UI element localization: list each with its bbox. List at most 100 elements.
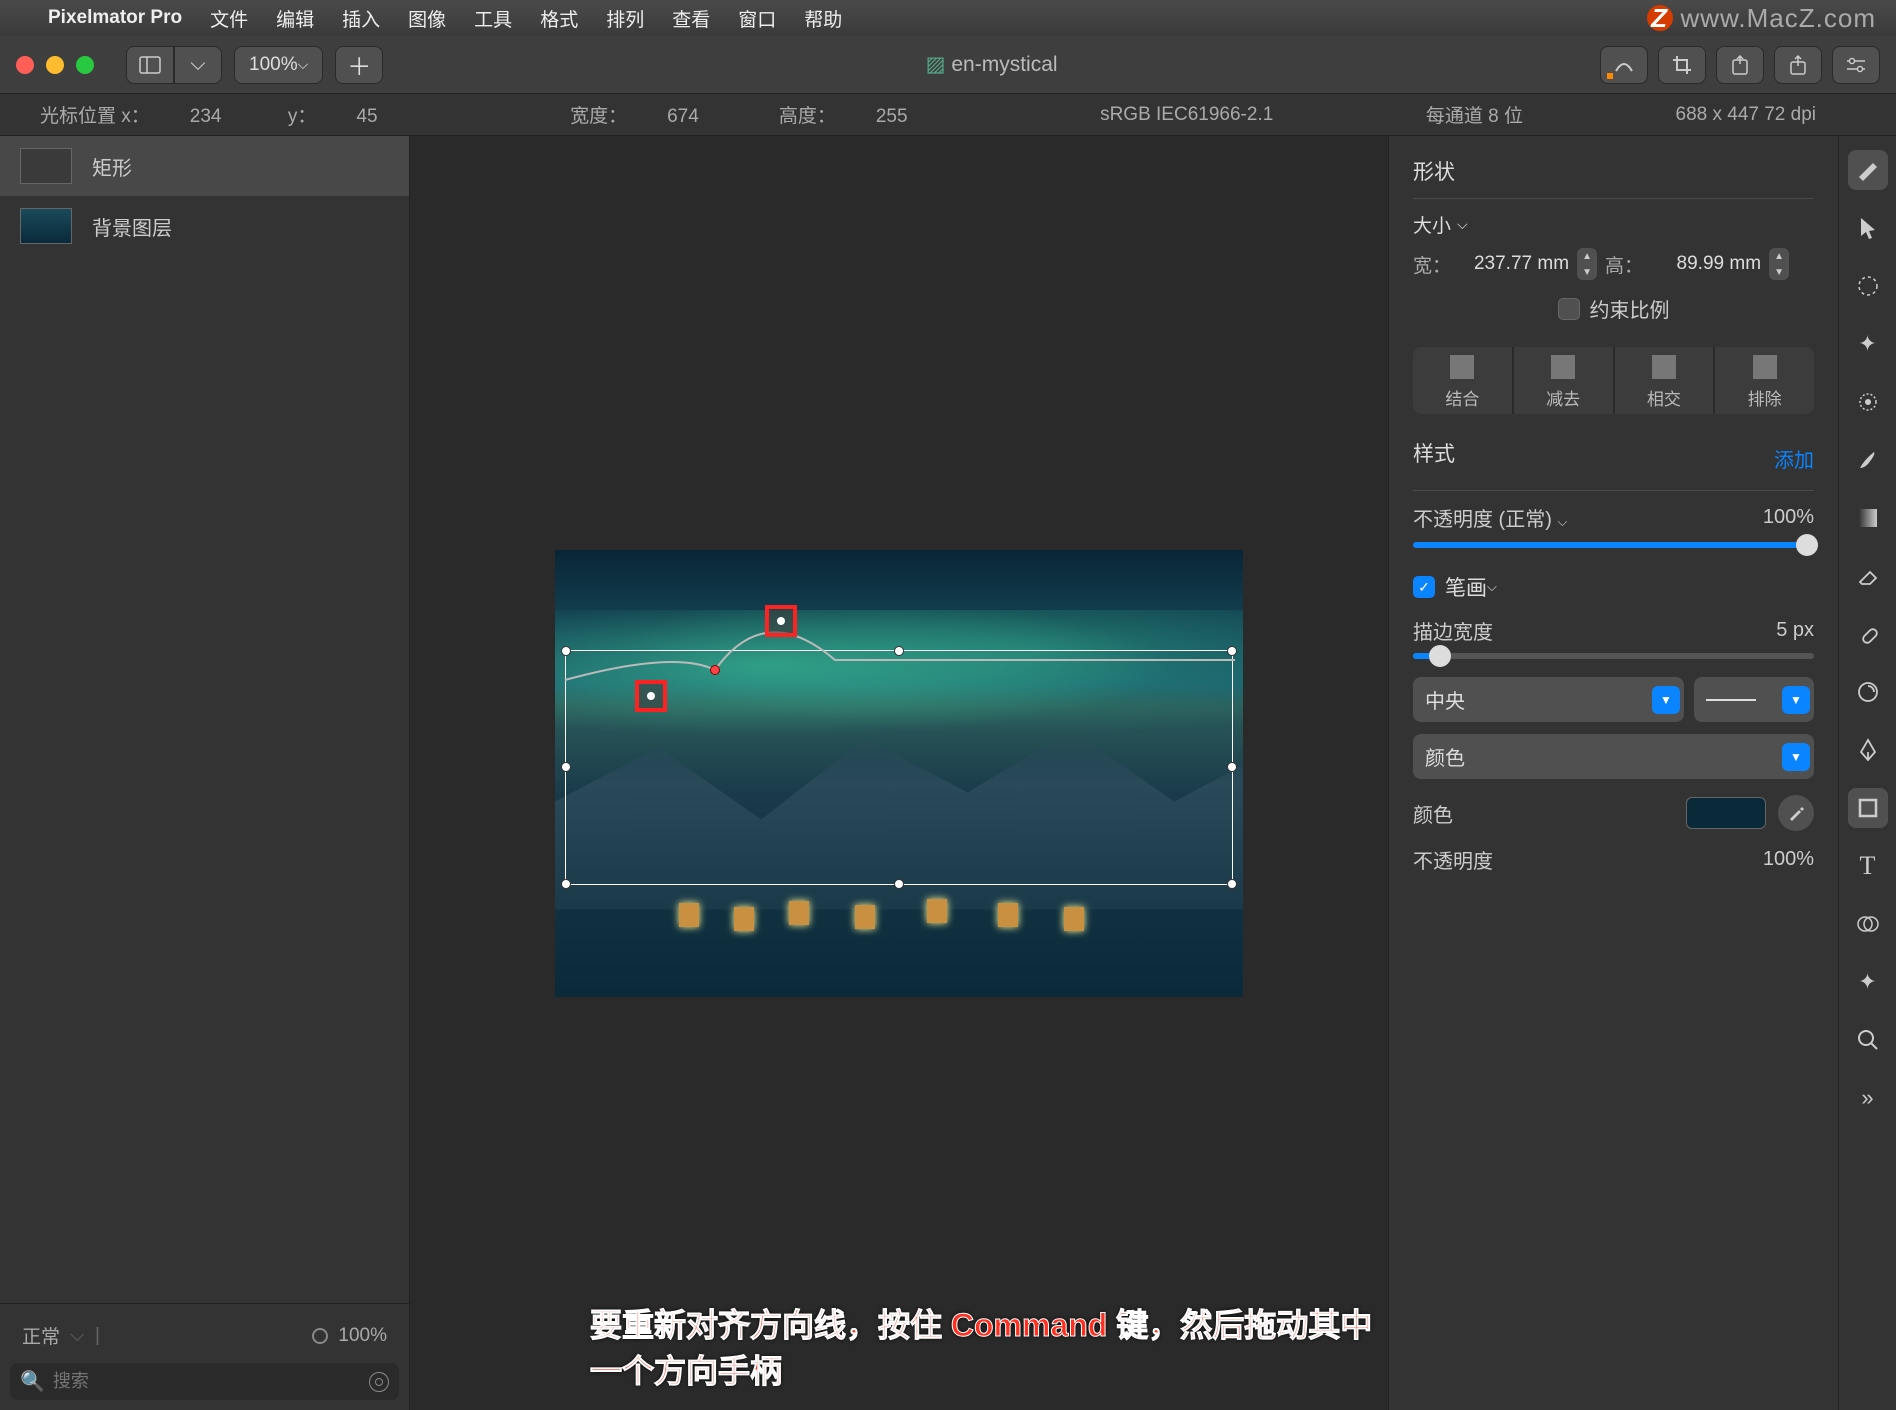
magic-wand-tool[interactable]: ✦: [1848, 324, 1888, 364]
search-icon: 🔍: [20, 1369, 45, 1394]
sidebar-toggle-button[interactable]: [126, 46, 174, 84]
opacity-label[interactable]: 不透明度 (正常) ⌵: [1413, 503, 1567, 532]
layer-thumbnail: [20, 208, 72, 244]
bezier-anchor[interactable]: [710, 665, 720, 675]
instruction-caption: 要重新对齐方向线，按住 Command 键，然后拖动其中一个方向手柄: [590, 1300, 1388, 1392]
color-picker-button[interactable]: [1600, 46, 1648, 84]
boolean-ops: 结合 减去 相交 排除: [1413, 347, 1814, 414]
menu-arrange[interactable]: 排列: [606, 5, 644, 32]
canvas-image[interactable]: [555, 550, 1243, 997]
menu-window[interactable]: 窗口: [738, 5, 776, 32]
watermark: Zwww.MacZ.com: [1647, 3, 1876, 34]
layer-search[interactable]: 🔍: [10, 1363, 399, 1400]
stroke-width-slider[interactable]: [1413, 653, 1814, 659]
arrow-tool[interactable]: [1848, 208, 1888, 248]
stroke-width-label: 描边宽度: [1413, 616, 1493, 645]
constrain-label: 约束比例: [1590, 294, 1670, 323]
stroke-style-select[interactable]: ▼: [1694, 677, 1814, 722]
stroke-position-select[interactable]: 中央▼: [1413, 677, 1684, 722]
color-swatch[interactable]: [1686, 797, 1766, 829]
gradient-tool[interactable]: [1848, 498, 1888, 538]
stroke-opacity-label: 不透明度: [1413, 845, 1493, 874]
layer-item-rect[interactable]: 矩形: [0, 136, 409, 196]
direction-handle-highlight[interactable]: [765, 605, 797, 637]
app-name[interactable]: Pixelmator Pro: [48, 7, 182, 29]
add-style-button[interactable]: 添加: [1774, 444, 1814, 473]
layer-opacity-value[interactable]: 100%: [338, 1325, 387, 1347]
bool-union[interactable]: 结合: [1413, 347, 1512, 414]
direction-handle-highlight[interactable]: [635, 680, 667, 712]
bit-depth: 每通道 8 位: [1426, 101, 1523, 128]
selection-width: 宽度：674: [570, 101, 739, 128]
menu-file[interactable]: 文件: [210, 5, 248, 32]
export-button[interactable]: [1716, 46, 1764, 84]
crop-button[interactable]: [1658, 46, 1706, 84]
repair-tool[interactable]: [1848, 382, 1888, 422]
eyedropper-button[interactable]: [1778, 795, 1814, 831]
style-tool[interactable]: [1848, 150, 1888, 190]
effects-tool[interactable]: ✦: [1848, 962, 1888, 1002]
menu-image[interactable]: 图像: [408, 5, 446, 32]
layout-dropdown-button[interactable]: ⌵: [174, 46, 222, 84]
layers-panel: 矩形 背景图层 正常 ⌵ | 100% 🔍: [0, 136, 410, 1410]
minimize-window-button[interactable]: [46, 56, 64, 74]
opacity-slider[interactable]: [1413, 542, 1814, 548]
add-button[interactable]: ＋: [335, 46, 383, 84]
layer-item-background[interactable]: 背景图层: [0, 196, 409, 256]
close-window-button[interactable]: [16, 56, 34, 74]
opacity-icon: [312, 1328, 328, 1344]
heal-tool[interactable]: [1848, 614, 1888, 654]
adjustments-button[interactable]: [1832, 46, 1880, 84]
bool-exclude[interactable]: 排除: [1715, 347, 1814, 414]
layer-name: 背景图层: [92, 212, 172, 241]
stroke-fill-select[interactable]: 颜色▼: [1413, 734, 1814, 779]
stroke-section-title[interactable]: 笔画 ⌵: [1445, 572, 1497, 602]
tool-rail: ✦ T ✦ »: [1838, 136, 1896, 1410]
filter-icon[interactable]: [369, 1372, 389, 1392]
opacity-value[interactable]: 100%: [1763, 506, 1814, 529]
constrain-checkbox[interactable]: [1558, 298, 1580, 320]
marquee-tool[interactable]: [1848, 266, 1888, 306]
document-title: en-mystical: [395, 52, 1588, 77]
stroke-opacity-value[interactable]: 100%: [1763, 848, 1814, 871]
zoom-dropdown[interactable]: 100%: [234, 46, 323, 84]
menu-view[interactable]: 查看: [672, 5, 710, 32]
fullscreen-window-button[interactable]: [76, 56, 94, 74]
width-input[interactable]: 237.77 mm: [1459, 253, 1569, 275]
shape-tool[interactable]: [1848, 788, 1888, 828]
menu-tools[interactable]: 工具: [474, 5, 512, 32]
stroke-checkbox[interactable]: ✓: [1413, 576, 1435, 598]
menu-edit[interactable]: 编辑: [276, 5, 314, 32]
window-controls: [16, 56, 94, 74]
size-section-title[interactable]: 大小⌵: [1413, 211, 1814, 238]
bool-intersect[interactable]: 相交: [1615, 347, 1714, 414]
eraser-tool[interactable]: [1848, 556, 1888, 596]
brush-tool[interactable]: [1848, 440, 1888, 480]
bool-subtract[interactable]: 减去: [1514, 347, 1613, 414]
layer-name: 矩形: [92, 152, 132, 181]
layer-search-input[interactable]: [53, 1371, 361, 1392]
height-label: 高：: [1605, 251, 1643, 278]
pen-tool[interactable]: [1848, 730, 1888, 770]
menu-help[interactable]: 帮助: [804, 5, 842, 32]
text-tool[interactable]: T: [1848, 846, 1888, 886]
colorspace: sRGB IEC61966-2.1: [1100, 104, 1273, 126]
height-input[interactable]: 89.99 mm: [1651, 253, 1761, 275]
menu-format[interactable]: 格式: [540, 5, 578, 32]
shape-section-title: 形状: [1413, 156, 1814, 186]
share-button[interactable]: [1774, 46, 1822, 84]
width-stepper[interactable]: ▲▼: [1577, 248, 1597, 280]
color-adjust-tool[interactable]: [1848, 904, 1888, 944]
more-tools[interactable]: »: [1848, 1078, 1888, 1118]
height-stepper[interactable]: ▲▼: [1769, 248, 1789, 280]
clone-tool[interactable]: [1848, 672, 1888, 712]
layer-thumbnail: [20, 148, 72, 184]
menu-insert[interactable]: 插入: [342, 5, 380, 32]
sidebar-layout-group: ⌵: [126, 46, 222, 84]
blend-mode-select[interactable]: 正常: [22, 1322, 60, 1349]
zoom-tool[interactable]: [1848, 1020, 1888, 1060]
color-label: 颜色: [1413, 799, 1453, 828]
canvas[interactable]: 要重新对齐方向线，按住 Command 键，然后拖动其中一个方向手柄: [410, 136, 1388, 1410]
stroke-width-value[interactable]: 5 px: [1776, 619, 1814, 642]
inspector-panel: 形状 大小⌵ 宽： 237.77 mm ▲▼ 高： 89.99 mm ▲▼ 约束…: [1388, 136, 1838, 1410]
